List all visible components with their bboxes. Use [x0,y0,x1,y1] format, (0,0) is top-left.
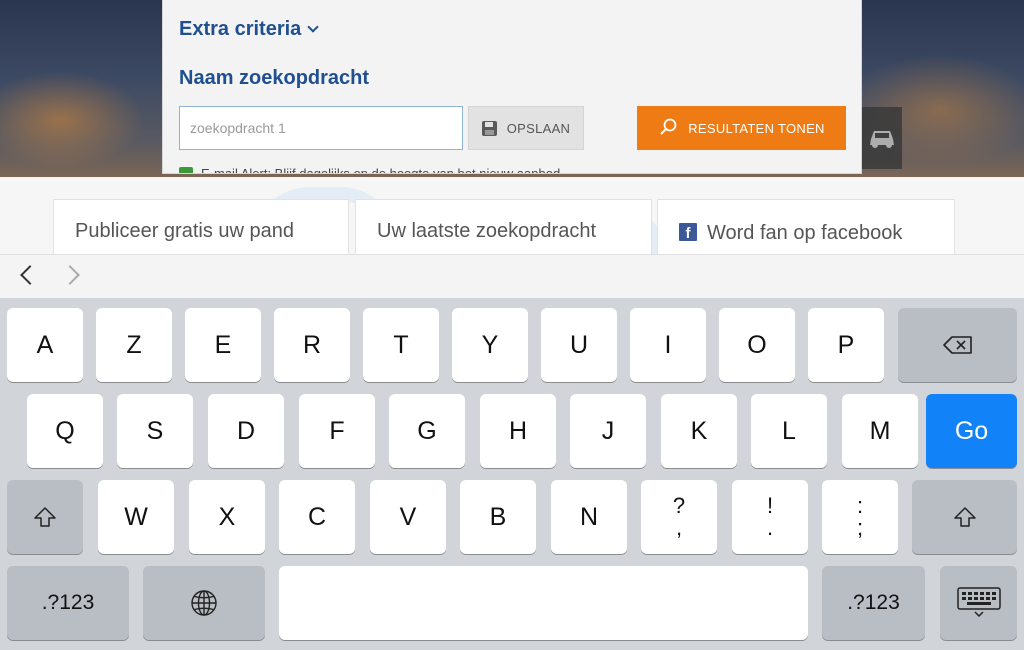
chevron-down-icon [307,21,319,33]
back-arrow-icon[interactable] [20,265,40,285]
key-k[interactable]: K [661,394,737,468]
key-c[interactable]: C [279,480,355,554]
key-i[interactable]: I [630,308,706,382]
numbers-key-left[interactable]: .?123 [7,566,129,640]
key-q[interactable]: Q [27,394,103,468]
facebook-fan-label: Word fan op facebook [707,222,903,244]
save-button-label: OPSLAAN [506,120,571,136]
checkbox-icon[interactable] [179,166,193,173]
key-t[interactable]: T [363,308,439,382]
go-key[interactable]: Go [926,394,1017,468]
shift-key-right[interactable] [912,480,1017,554]
key-top-char: ! [766,493,774,518]
backspace-icon [942,336,972,354]
last-search-label: Uw laatste zoekopdracht [377,220,597,242]
space-bar[interactable] [279,566,808,640]
key-z[interactable]: Z [96,308,172,382]
key-o[interactable]: O [719,308,795,382]
key-w[interactable]: W [98,480,174,554]
car-icon[interactable] [862,107,902,169]
publish-free-link[interactable]: Publiceer gratis uw pand [53,199,349,257]
key-x[interactable]: X [189,480,265,554]
key-bottom-char: , [675,515,683,540]
save-button[interactable]: OPSLAAN [468,106,584,150]
key-v[interactable]: V [370,480,446,554]
key-a[interactable]: A [7,308,83,382]
key-b[interactable]: B [460,480,536,554]
shift-icon [953,507,976,527]
search-name-input[interactable] [179,106,463,150]
numbers-key-right[interactable]: .?123 [822,566,925,640]
shift-key-left[interactable] [7,480,83,554]
form-navigation-bar [0,254,1024,298]
key-f[interactable]: F [299,394,375,468]
key-r[interactable]: R [274,308,350,382]
key-exclaim-period[interactable]: ! . [732,480,808,554]
facebook-icon: f [679,223,697,241]
key-u[interactable]: U [541,308,617,382]
web-page: Extra criteria Naam zoekopdracht OPSLAAN… [0,0,1024,298]
backspace-key[interactable] [898,308,1017,382]
globe-icon [191,590,217,616]
forward-arrow-icon[interactable] [60,265,80,285]
show-results-label: RESULTATEN TONEN [688,120,825,136]
keyboard-hide-icon [956,587,1001,618]
key-p[interactable]: P [808,308,884,382]
email-alert-label: E-mail Alert: Blijf dagelijks op de hoog… [201,166,561,174]
key-j[interactable]: J [570,394,646,468]
key-h[interactable]: H [480,394,556,468]
key-bottom-char: ; [856,515,864,540]
facebook-fan-link[interactable]: f Word fan op facebook [657,199,955,257]
last-search-link[interactable]: Uw laatste zoekopdracht [355,199,652,257]
key-d[interactable]: D [208,394,284,468]
globe-key[interactable] [143,566,265,640]
extra-criteria-toggle[interactable]: Extra criteria [179,18,319,41]
extra-criteria-label: Extra criteria [179,18,302,40]
show-results-button[interactable]: RESULTATEN TONEN [637,106,846,150]
key-g[interactable]: G [389,394,465,468]
key-l[interactable]: L [751,394,827,468]
key-top-char: : [856,493,864,518]
key-y[interactable]: Y [452,308,528,382]
key-n[interactable]: N [551,480,627,554]
key-top-char: ? [672,493,686,518]
shift-icon [34,507,56,527]
key-colon-semicolon[interactable]: : ; [822,480,898,554]
search-icon [660,118,677,135]
search-name-label: Naam zoekopdracht [179,67,370,89]
search-panel: Extra criteria Naam zoekopdracht OPSLAAN… [162,0,862,174]
key-s[interactable]: S [117,394,193,468]
publish-free-label: Publiceer gratis uw pand [75,220,295,242]
key-e[interactable]: E [185,308,261,382]
key-question-comma[interactable]: ? , [641,480,717,554]
key-m[interactable]: M [842,394,918,468]
onscreen-keyboard: A Z E R T Y U I O P Q S D F G H J K L M … [0,298,1024,650]
hide-keyboard-key[interactable] [940,566,1017,640]
key-bottom-char: . [766,515,774,540]
email-alert-option[interactable]: E-mail Alert: Blijf dagelijks op de hoog… [179,166,561,174]
promo-strip: Publiceer gratis uw pand Uw laatste zoek… [0,177,1024,257]
save-icon [481,120,497,136]
